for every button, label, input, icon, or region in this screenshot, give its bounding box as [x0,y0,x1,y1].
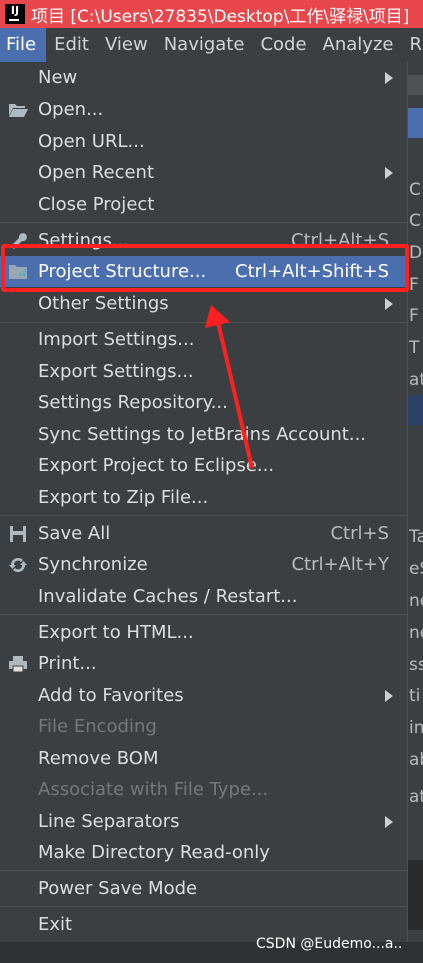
printer-icon [9,655,27,672]
menu-item-settings-repository[interactable]: Settings Repository... [0,387,407,418]
bg-selected-block [408,108,423,138]
bg-fragment: D [409,243,423,263]
bg-panel-block [408,860,423,930]
menu-item-export-html[interactable]: Export to HTML... [0,617,407,648]
menu-separator [0,322,407,323]
synchronize-icon [9,557,27,572]
menu-item-invalidate-caches[interactable]: Invalidate Caches / Restart... [0,581,407,612]
submenu-arrow-icon [385,297,393,310]
menu-item-associate-file-type: Associate with File Type... [38,779,269,800]
menu-item-line-separators[interactable]: Line Separators [0,806,407,837]
menu-edit[interactable]: Edit [46,28,97,62]
menu-refactor-partial[interactable]: R [401,28,423,62]
menu-item-new[interactable]: New [0,62,407,93]
menu-item-open-url[interactable]: Open URL... [0,126,407,157]
menu-item-other-settings[interactable]: Other Settings [0,288,407,319]
bg-fragment: ne [409,623,423,643]
bg-toolbar-block [408,75,423,95]
menu-item-open[interactable]: Open... [0,94,407,125]
folder-open-icon [9,103,28,117]
submenu-arrow-icon [385,815,393,828]
submenu-arrow-icon [385,166,393,179]
menu-item-file-encoding: File Encoding [38,716,157,737]
menu-item-export-zip[interactable]: Export to Zip File... [0,482,407,513]
menu-item-make-readonly[interactable]: Make Directory Read-only [0,837,407,868]
menu-analyze[interactable]: Analyze [315,28,402,62]
menu-separator [0,222,407,223]
menu-separator [0,870,407,871]
menu-item-sync-settings[interactable]: Sync Settings to JetBrains Account... [0,419,407,450]
menu-separator [0,515,407,516]
menu-view[interactable]: View [97,28,156,62]
submenu-arrow-icon [385,689,393,702]
bg-fragment: C [409,211,421,231]
menu-item-print[interactable]: Print... [0,648,407,679]
bg-fragment: ne [409,591,423,611]
menu-separator [0,614,407,615]
save-icon [10,525,26,542]
menu-item-power-save[interactable]: Power Save Mode [0,873,407,904]
bg-fragment: Ta [409,527,423,547]
menu-item-add-favorites[interactable]: Add to Favorites [0,680,407,711]
window-title: 项目 [C:\Users\27835\Desktop\工作\驿禄\项目] [31,6,410,27]
bg-fragment: eS [409,559,423,579]
csdn-watermark: CSDN @Eudemo...a.. [256,936,403,952]
menu-item-synchronize[interactable]: Synchronize Ctrl+Alt+Y [0,549,407,580]
menu-bar: File Edit View Navigate Code Analyze R [0,28,423,62]
bg-fragment: F [409,275,419,295]
menu-code[interactable]: Code [252,28,314,62]
bg-fragment: F [409,306,419,326]
bg-fragment: in [409,718,423,738]
menu-item-close-project[interactable]: Close Project [0,189,407,220]
bg-selected-row [408,395,423,425]
menu-item-save-all[interactable]: Save All Ctrl+S [0,518,407,549]
submenu-arrow-icon [385,71,393,84]
bg-fragment: ab [409,750,423,770]
bg-fragment: at [409,787,423,807]
bg-fragment: T [409,338,420,358]
menu-item-open-recent[interactable]: Open Recent [0,157,407,188]
bg-fragment: ti [409,686,421,706]
bg-fragment: at [409,370,423,390]
bg-fragment: C [409,180,421,200]
menu-item-export-settings[interactable]: Export Settings... [0,356,407,387]
menu-separator [0,906,407,907]
menu-item-export-eclipse[interactable]: Export Project to Eclipse... [0,450,407,481]
menu-item-remove-bom[interactable]: Remove BOM [0,743,407,774]
menu-item-import-settings[interactable]: Import Settings... [0,324,407,355]
bg-fragment: ss [409,655,423,675]
intellij-app-icon: IJ [5,4,25,24]
file-menu-dropdown: New Open... Open URL... Open Recent Clos… [0,62,408,942]
title-bar: IJ 项目 [C:\Users\27835\Desktop\工作\驿禄\项目] [0,0,423,28]
menu-navigate[interactable]: Navigate [156,28,253,62]
menu-file[interactable]: File [0,28,47,62]
annotation-highlight-box [1,244,409,292]
